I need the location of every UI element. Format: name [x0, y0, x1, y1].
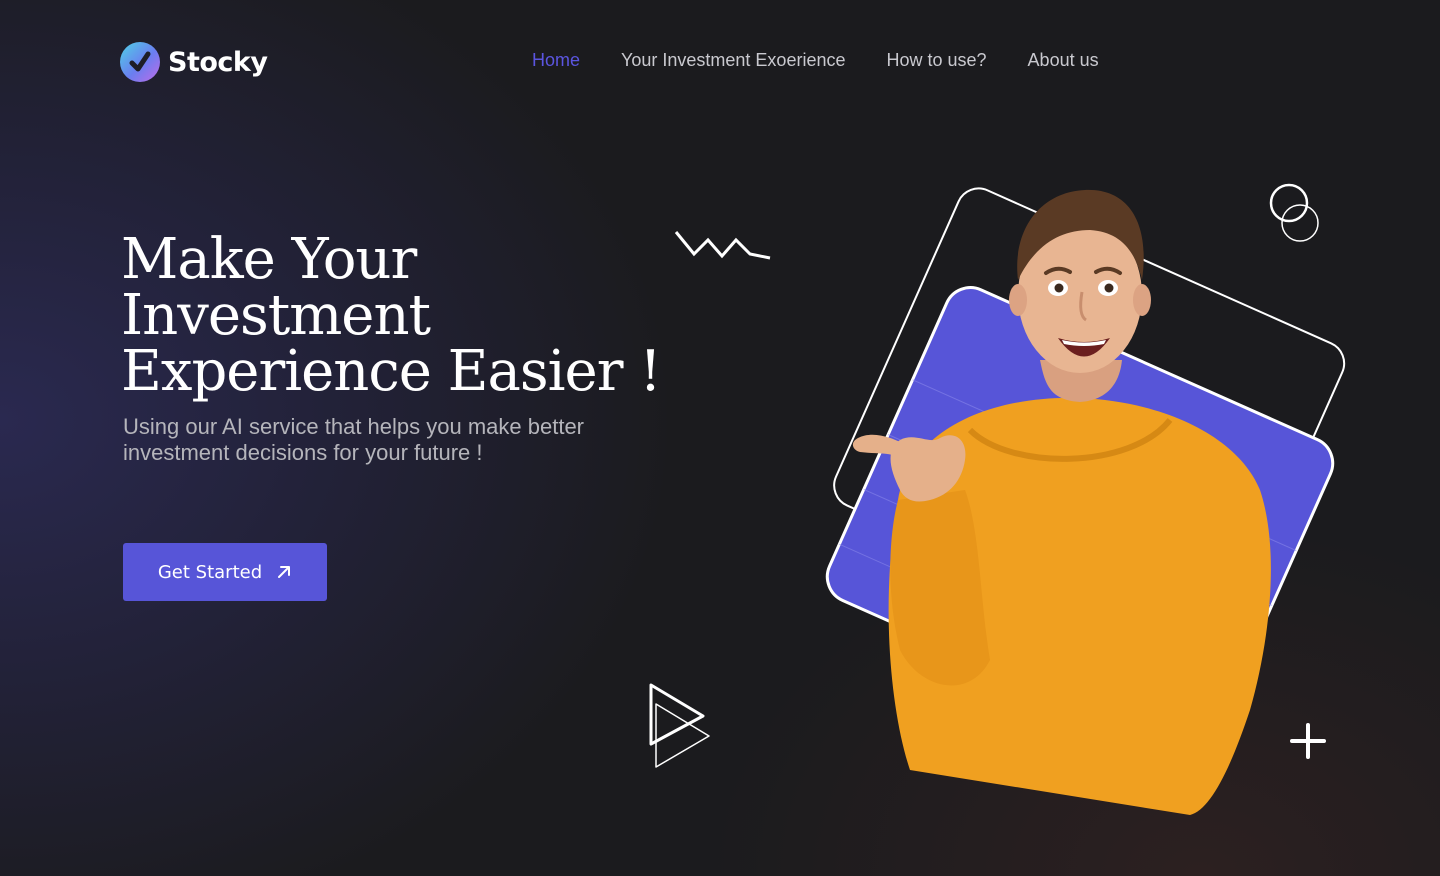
- nav-how-to-use[interactable]: How to use?: [886, 50, 986, 71]
- person-figure: [852, 189, 1271, 815]
- subtitle-line: Using our AI service that helps you make…: [123, 414, 585, 439]
- hero-subtitle: Using our AI service that helps you make…: [123, 414, 643, 466]
- nav-investment-experience[interactable]: Your Investment Exoerience: [621, 50, 845, 71]
- get-started-button[interactable]: Get Started: [123, 543, 327, 601]
- main-nav: Home Your Investment Exoerience How to u…: [532, 50, 1099, 71]
- arrow-up-right-icon: [278, 566, 291, 578]
- logo-icon: [120, 42, 160, 82]
- zigzag-decoration: [674, 231, 771, 260]
- hero-illustration: [825, 187, 1346, 815]
- subtitle-line: investment decisions for your future !: [123, 440, 483, 465]
- brand-name: Stocky: [168, 46, 268, 78]
- get-started-label: Get Started: [157, 561, 263, 583]
- headline-line: Experience Easier !: [121, 339, 662, 404]
- nav-home[interactable]: Home: [532, 50, 580, 71]
- nav-about-us[interactable]: About us: [1028, 50, 1099, 71]
- triangles-decoration: [649, 683, 710, 768]
- hero-headline: Make Your Investment Experience Easier !: [121, 232, 681, 400]
- brand-logo[interactable]: Stocky: [120, 42, 268, 82]
